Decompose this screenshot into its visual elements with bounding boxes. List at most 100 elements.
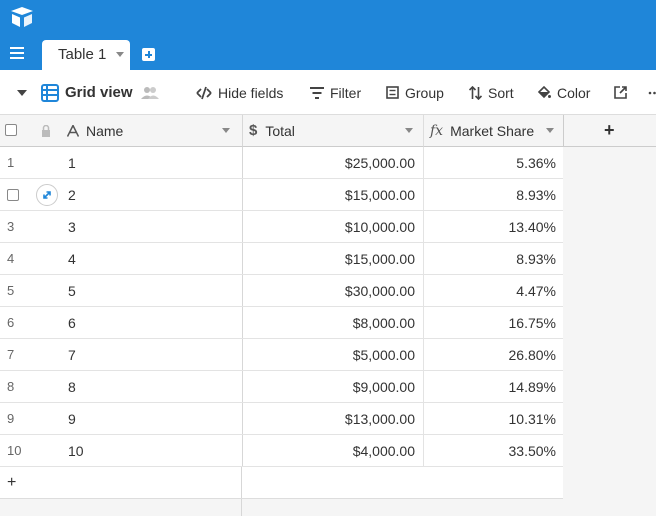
total-cell[interactable]: $15,000.00	[242, 179, 423, 210]
market-share-cell[interactable]: 33.50%	[423, 435, 563, 466]
total-cell[interactable]: $10,000.00	[242, 211, 423, 242]
market-share-cell[interactable]: 4.47%	[423, 275, 563, 306]
name-cell[interactable]: 6	[60, 307, 242, 338]
name-cell[interactable]: 9	[60, 403, 242, 434]
name-cell[interactable]: 2	[60, 179, 242, 210]
table-row[interactable]: 9 9 $13,000.00 10.31%	[0, 403, 563, 435]
name-cell[interactable]: 8	[60, 371, 242, 402]
market-share-cell[interactable]: 26.80%	[423, 339, 563, 370]
name-cell[interactable]: 7	[60, 339, 242, 370]
total-cell[interactable]: $15,000.00	[242, 243, 423, 274]
grid-view-icon	[41, 83, 59, 102]
name-cell[interactable]: 3	[60, 211, 242, 242]
total-cell[interactable]: $25,000.00	[242, 147, 423, 178]
color-label: Color	[557, 84, 591, 101]
name-cell[interactable]: 1	[60, 147, 242, 178]
group-button[interactable]: Group	[386, 70, 444, 115]
filter-icon	[310, 86, 324, 99]
row-number: 6	[7, 315, 15, 330]
total-cell[interactable]: $9,000.00	[242, 371, 423, 402]
chevron-down-icon[interactable]	[546, 128, 554, 133]
row-number: 4	[7, 251, 15, 266]
sort-icon	[469, 85, 482, 100]
tab-label: Table 1	[58, 46, 107, 63]
group-icon	[386, 86, 399, 99]
table-row[interactable]: 1 1 $25,000.00 5.36%	[0, 147, 563, 179]
group-label: Group	[405, 84, 444, 101]
lock-icon	[42, 125, 50, 137]
share-view-button[interactable]	[614, 70, 633, 115]
menu-icon[interactable]	[10, 45, 26, 61]
view-toolbar: Grid view Hide fields Filter Group Sort …	[0, 70, 656, 115]
market-share-cell[interactable]: 8.93%	[423, 243, 563, 274]
sort-button[interactable]: Sort	[469, 70, 514, 115]
color-button[interactable]: Color	[537, 70, 590, 115]
market-share-cell[interactable]: 10.31%	[423, 403, 563, 434]
add-column-label: +	[604, 120, 615, 140]
total-cell[interactable]: $13,000.00	[242, 403, 423, 434]
chevron-down-icon[interactable]	[17, 90, 27, 96]
hide-fields-button[interactable]: Hide fields	[196, 70, 283, 115]
market-share-cell[interactable]: 5.36%	[423, 147, 563, 178]
column-header-name[interactable]: Name	[60, 115, 242, 146]
row-number: 10	[7, 443, 22, 458]
airtable-logo-icon[interactable]	[9, 5, 35, 29]
header-left: Name	[0, 115, 242, 147]
table-row[interactable]: 7 7 $5,000.00 26.80%	[0, 339, 563, 371]
table-row[interactable]: 5 5 $30,000.00 4.47%	[0, 275, 563, 307]
tab-table-1[interactable]: Table 1	[42, 40, 130, 70]
column-label: Total	[265, 122, 295, 139]
sort-label: Sort	[488, 84, 514, 101]
market-share-cell[interactable]: 13.40%	[423, 211, 563, 242]
table-row[interactable]: 4 4 $15,000.00 8.93%	[0, 243, 563, 275]
row-checkbox-cell[interactable]	[0, 179, 36, 210]
column-header-total[interactable]: $ Total	[242, 115, 423, 147]
chevron-down-icon[interactable]	[405, 128, 413, 133]
paint-bucket-icon	[537, 85, 551, 98]
row-number: 7	[7, 347, 15, 362]
view-name: Grid view	[65, 84, 133, 101]
add-table-icon[interactable]	[142, 48, 155, 61]
filter-button[interactable]: Filter	[310, 70, 361, 115]
view-switcher[interactable]: Grid view	[41, 70, 165, 115]
currency-field-icon: $	[249, 122, 258, 139]
more-dots-icon	[648, 91, 656, 94]
external-link-icon	[614, 86, 627, 99]
table-row[interactable]: 3 3 $10,000.00 13.40%	[0, 211, 563, 243]
formula-field-icon: fx	[430, 122, 444, 139]
name-cell[interactable]: 5	[60, 275, 242, 306]
add-column-button[interactable]: +	[563, 115, 656, 147]
total-cell[interactable]: $8,000.00	[242, 307, 423, 338]
hide-fields-icon	[196, 86, 212, 99]
hide-fields-label: Hide fields	[218, 84, 284, 101]
text-field-icon	[67, 124, 79, 137]
market-share-cell[interactable]: 8.93%	[423, 179, 563, 210]
top-bar: Table 1	[0, 0, 656, 70]
name-cell[interactable]: 4	[60, 243, 242, 274]
shared-users-icon	[140, 86, 159, 99]
total-cell[interactable]: $4,000.00	[242, 435, 423, 466]
expand-record-icon[interactable]	[36, 184, 58, 206]
add-row-button[interactable]: +	[0, 467, 563, 499]
row-number: 1	[7, 155, 15, 170]
chevron-down-icon[interactable]	[222, 128, 230, 133]
total-cell[interactable]: $5,000.00	[242, 339, 423, 370]
select-all-checkbox[interactable]	[5, 124, 17, 136]
row-number: 3	[7, 219, 15, 234]
row-number: 9	[7, 411, 15, 426]
more-options-button[interactable]	[648, 70, 656, 115]
chevron-down-icon[interactable]	[116, 52, 124, 57]
row-number: 5	[7, 283, 15, 298]
table-row[interactable]: 6 6 $8,000.00 16.75%	[0, 307, 563, 339]
total-cell[interactable]: $30,000.00	[242, 275, 423, 306]
table-row[interactable]: 2 $15,000.00 8.93%	[0, 179, 563, 211]
table-row[interactable]: 8 8 $9,000.00 14.89%	[0, 371, 563, 403]
name-cell[interactable]: 10	[60, 435, 242, 466]
row-checkbox[interactable]	[7, 188, 19, 201]
column-label: Name	[86, 122, 124, 139]
market-share-cell[interactable]: 16.75%	[423, 307, 563, 338]
filter-label: Filter	[330, 84, 362, 101]
table-row[interactable]: 10 10 $4,000.00 33.50%	[0, 435, 563, 467]
market-share-cell[interactable]: 14.89%	[423, 371, 563, 402]
column-header-market-share[interactable]: fx Market Share	[423, 115, 563, 147]
